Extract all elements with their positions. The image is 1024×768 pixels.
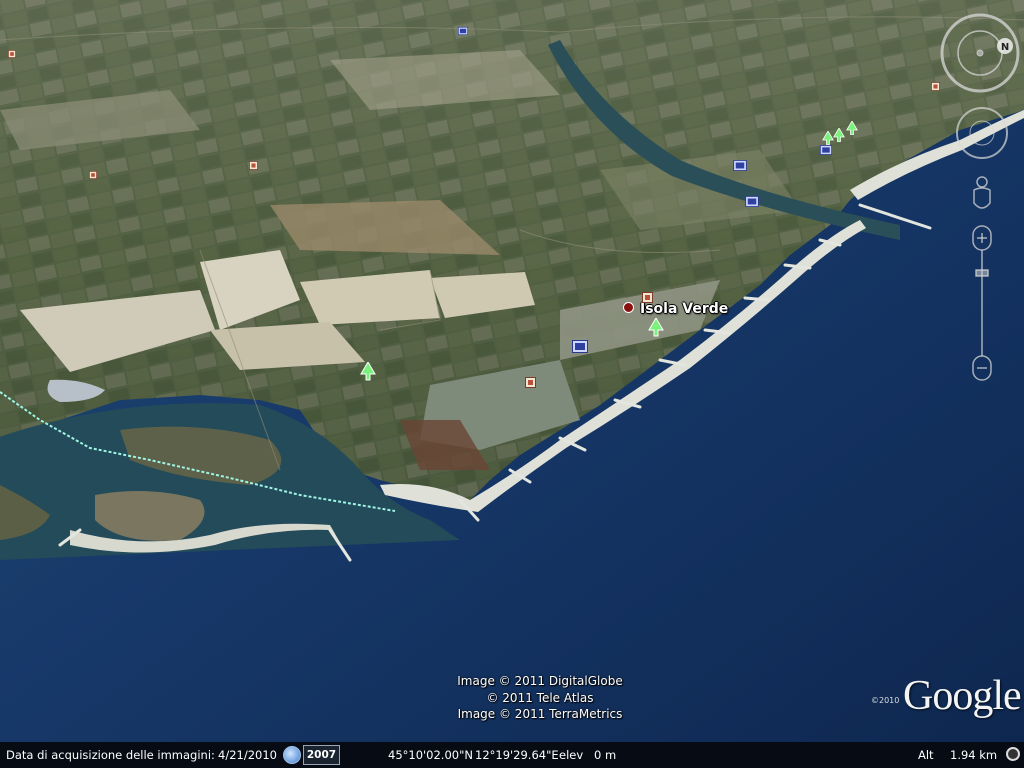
lodging-poi-icon[interactable] <box>525 377 536 388</box>
street-view-pegman-icon[interactable] <box>973 176 991 209</box>
imagery-date-label: Data di acquisizione delle immagini: <box>6 748 215 762</box>
lodging-poi-icon[interactable] <box>249 161 258 170</box>
park-tree-icon[interactable] <box>833 128 845 143</box>
lodging-poi-icon[interactable] <box>8 50 16 58</box>
latitude-readout: 45°10'02.00"N <box>388 748 473 762</box>
photo-camera-icon[interactable] <box>745 196 759 207</box>
zoom-slider-icon[interactable] <box>972 225 992 381</box>
photo-camera-icon[interactable] <box>733 160 747 171</box>
longitude-readout: 12°19'29.64"E <box>475 748 559 762</box>
lodging-poi-icon[interactable] <box>89 171 97 179</box>
park-tree-icon[interactable] <box>846 121 858 136</box>
photo-camera-icon[interactable] <box>820 145 832 155</box>
google-logo: Google <box>903 673 1022 719</box>
terrain-imagery <box>0 0 1024 742</box>
credit-digitalglobe: Image © 2011 DigitalGlobe <box>457 674 623 688</box>
logo-copyright-year: ©2010 <box>871 696 900 705</box>
streaming-status-icon <box>1006 747 1020 761</box>
status-bar: Data di acquisizione delle immagini: 4/2… <box>0 742 1024 768</box>
credit-tele-atlas: © 2011 Tele Atlas <box>486 690 594 705</box>
park-tree-icon[interactable] <box>648 318 664 338</box>
photo-camera-icon[interactable] <box>572 340 588 353</box>
place-label-isola-verde[interactable]: Isola Verde <box>640 301 728 317</box>
navigation-controls: N <box>940 8 1020 398</box>
lodging-poi-icon[interactable] <box>931 82 940 91</box>
north-indicator: N <box>1001 42 1009 53</box>
altitude-value: 1.94 km <box>950 748 998 762</box>
satellite-map-view[interactable]: Isola Verde Image © 2011 DigitalGlobe © … <box>0 0 1024 742</box>
photo-camera-icon[interactable] <box>458 26 468 36</box>
park-tree-icon[interactable] <box>360 362 376 382</box>
placemark-pin-icon[interactable] <box>623 302 634 313</box>
imagery-date: 4/21/2010 <box>218 748 277 762</box>
elevation-value: 0 m <box>594 748 617 762</box>
historical-imagery-year-button[interactable]: 2007 <box>303 745 340 765</box>
altitude-label: Alt <box>918 748 934 762</box>
credit-terrametrics: Image © 2011 TerraMetrics <box>457 707 623 721</box>
imagery-credits: Image © 2011 DigitalGlobe © 2011 Tele At… <box>380 673 700 723</box>
compass-ring-icon[interactable]: N <box>940 13 1020 93</box>
move-joystick-icon[interactable] <box>956 107 1008 159</box>
navigation-controls-graphic: N <box>940 13 1020 381</box>
elevation-label: elev <box>559 748 584 762</box>
historical-imagery-clock-icon[interactable] <box>283 746 301 764</box>
lodging-poi-icon[interactable] <box>642 292 653 303</box>
